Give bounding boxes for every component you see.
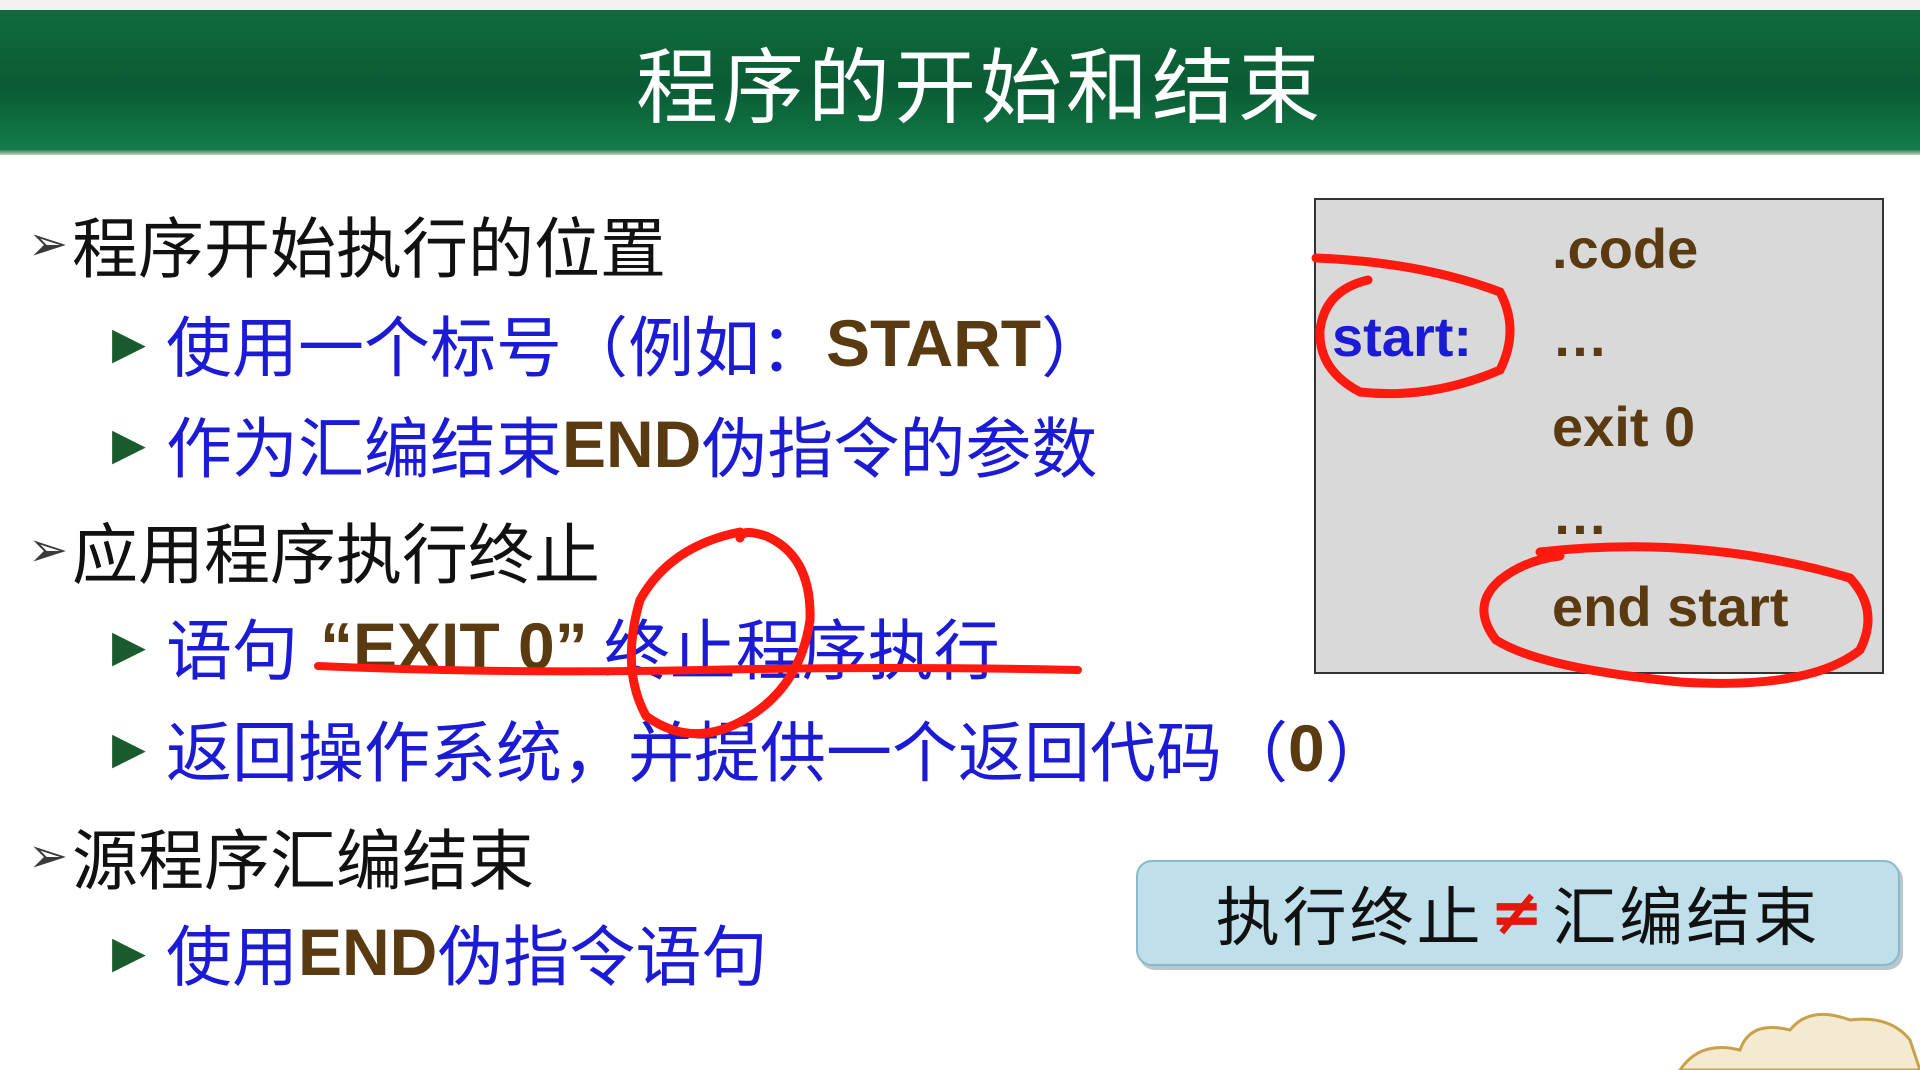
- chevron-right-icon: ➢: [28, 828, 69, 884]
- chevron-right-icon: ➢: [28, 216, 69, 272]
- top-strip: [0, 0, 1920, 10]
- list-item: ▶ 使用一个标号（例如： START ）: [112, 306, 1108, 387]
- code-line: .code: [1552, 217, 1699, 280]
- triangle-bullet-icon: ▶: [112, 620, 146, 672]
- code-example-box: .code start: … exit 0 … end start: [1314, 198, 1884, 674]
- section-heading: ➢ 程序开始执行的位置: [28, 211, 666, 288]
- list-item: ▶ 语句 “EXIT 0” 终止程序执行: [112, 609, 1000, 690]
- list-item: ▶ 作为汇编结束 END 伪指令的参数: [112, 407, 1098, 488]
- cloud-ornament-icon: [1678, 1012, 1920, 1070]
- note-left: 执行终止: [1215, 882, 1484, 956]
- title-bar: 程序的开始和结束: [0, 10, 1920, 150]
- section-heading: ➢ 应用程序执行终止: [28, 517, 600, 594]
- triangle-bullet-icon: ▶: [112, 418, 146, 470]
- code-line: end start: [1552, 575, 1789, 638]
- chevron-right-icon: ➢: [28, 522, 69, 578]
- triangle-bullet-icon: ▶: [112, 722, 146, 774]
- note-right: 汇编结束: [1552, 882, 1821, 956]
- list-item: ▶ 使用 END 伪指令语句: [112, 915, 768, 996]
- note-box: 执行终止 ≠ 汇编结束: [1136, 860, 1900, 966]
- triangle-bullet-icon: ▶: [112, 926, 146, 978]
- section-heading: ➢ 源程序汇编结束: [28, 823, 534, 900]
- not-equal-icon: ≠: [1489, 876, 1547, 950]
- slide-title: 程序的开始和结束: [635, 40, 1324, 136]
- triangle-bullet-icon: ▶: [112, 317, 146, 369]
- code-label: start:: [1332, 305, 1473, 368]
- title-underline: [0, 150, 1920, 155]
- list-item: ▶ 返回操作系统，并提供一个返回代码（ 0 ）: [112, 711, 1391, 792]
- code-line: …: [1552, 305, 1608, 368]
- code-line: …: [1552, 483, 1608, 546]
- code-line: exit 0: [1552, 395, 1696, 458]
